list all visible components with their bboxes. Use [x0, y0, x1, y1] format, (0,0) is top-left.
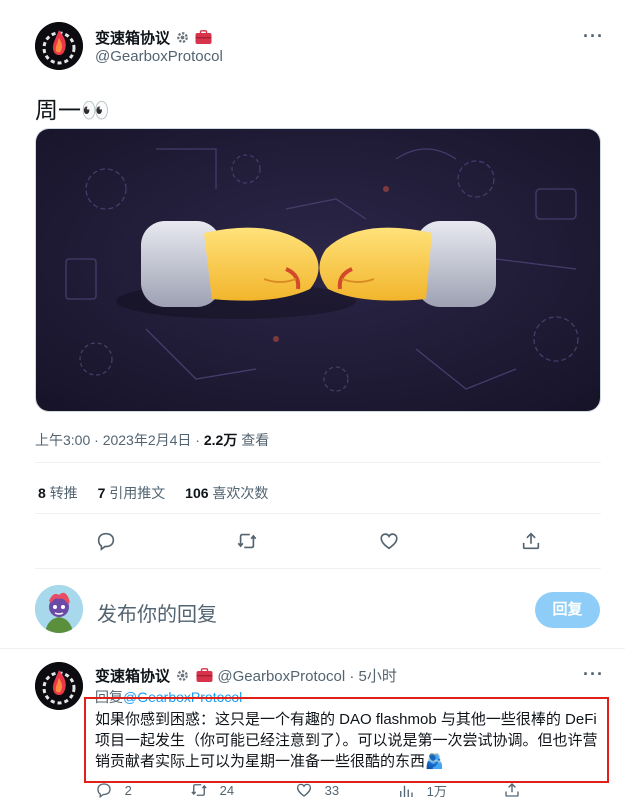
- briefcase-icon: [196, 668, 213, 682]
- fist-bump-illustration: [36, 129, 600, 411]
- share-icon[interactable]: [503, 781, 521, 799]
- quotes-stat[interactable]: 7 引用推文: [98, 485, 166, 501]
- briefcase-icon: [195, 30, 212, 44]
- retweet-count: 24: [219, 783, 235, 798]
- retweet-icon[interactable]: [190, 781, 208, 799]
- divider: [35, 462, 601, 463]
- tweet-text: 周一👀: [35, 97, 110, 123]
- reply-count: 2: [124, 783, 132, 798]
- likes-stat[interactable]: 106 喜欢次数: [185, 485, 268, 501]
- reply-icon[interactable]: [95, 781, 113, 799]
- retweets-stat[interactable]: 8 转推: [38, 485, 78, 501]
- more-icon[interactable]: ···: [583, 26, 604, 47]
- views-count: 1万: [426, 784, 447, 799]
- reply-composer-input[interactable]: 发布你的回复: [97, 598, 217, 627]
- tweet-meta: 上午3:00 · 2023年2月4日 · 2.2万 查看: [35, 432, 270, 448]
- author-handle[interactable]: @GearboxProtocol: [95, 48, 223, 65]
- user-avatar[interactable]: [35, 585, 83, 633]
- tweet-date[interactable]: 2023年2月4日: [103, 432, 192, 448]
- reply-share-action[interactable]: [503, 781, 521, 804]
- tweet-time[interactable]: 上午3:00: [35, 432, 90, 448]
- retweet-icon[interactable]: [236, 530, 258, 557]
- reply-views-action[interactable]: 1万: [397, 781, 447, 800]
- like-icon[interactable]: [295, 781, 313, 799]
- divider: [35, 568, 601, 569]
- like-count: 33: [324, 783, 340, 798]
- gear-icon: [177, 32, 189, 43]
- divider: [0, 648, 625, 649]
- reply-author-name[interactable]: 变速箱协议: [95, 668, 170, 685]
- tweet-image[interactable]: [35, 128, 601, 412]
- reply-author-handle[interactable]: @GearboxProtocol: [217, 668, 345, 685]
- reply-text: 如果你感到困惑：这只是一个有趣的 DAO flashmob 与其他一些很棒的 D…: [95, 711, 598, 770]
- tweet-stats: 8 转推 7 引用推文 106 喜欢次数: [38, 483, 268, 503]
- reply-icon[interactable]: [95, 530, 117, 557]
- reply-button[interactable]: 回复: [535, 592, 600, 628]
- gear-icon: [177, 670, 189, 681]
- share-icon[interactable]: [520, 530, 542, 557]
- author-avatar[interactable]: [35, 22, 83, 70]
- reply-time[interactable]: · 5小时: [345, 668, 397, 685]
- reply-reply-action[interactable]: 2: [95, 781, 132, 799]
- reply-retweet-action[interactable]: 24: [190, 781, 234, 799]
- views-count: 2.2万: [203, 432, 238, 448]
- reply-header: 变速箱协议 @GearboxProtocol · 5小时: [95, 665, 397, 686]
- divider: [35, 513, 601, 514]
- author-name[interactable]: 变速箱协议: [95, 27, 212, 48]
- views-label: 查看: [237, 432, 270, 448]
- like-icon[interactable]: [378, 530, 400, 557]
- views-icon[interactable]: [397, 782, 415, 800]
- reply-like-action[interactable]: 33: [295, 781, 339, 799]
- reply-author-avatar[interactable]: [35, 662, 83, 710]
- author-name-text[interactable]: 变速箱协议: [95, 30, 170, 47]
- more-icon[interactable]: ···: [583, 664, 604, 685]
